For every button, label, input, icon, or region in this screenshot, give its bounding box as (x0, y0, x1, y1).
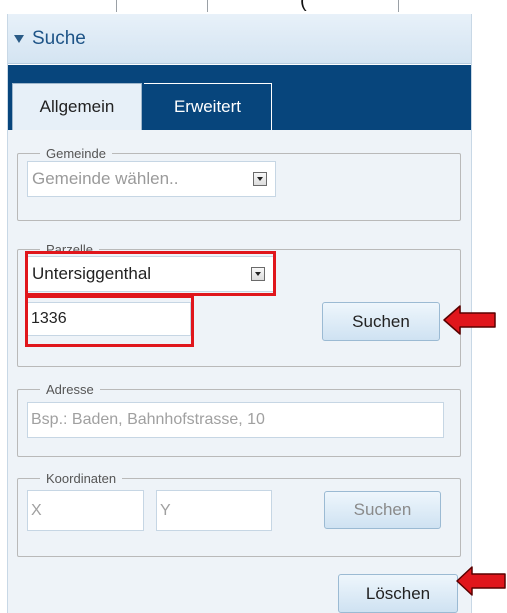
y-coordinate-input[interactable]: Y (156, 490, 272, 531)
background-divider (207, 0, 208, 12)
dropdown-arrow-icon[interactable] (253, 172, 267, 186)
tab-allgemein[interactable]: Allgemein (12, 83, 142, 130)
parzelle-number-input[interactable]: 1336 (27, 302, 191, 336)
gemeinde-legend: Gemeinde (46, 146, 106, 161)
background-divider (116, 0, 117, 12)
search-panel: Suche Allgemein Erweitert Gemeinde Gemei… (7, 14, 472, 613)
background-divider (398, 0, 399, 12)
background-text-fragment: ( (300, 0, 307, 12)
tab-bar: Allgemein Erweitert (8, 65, 471, 130)
address-search-input[interactable]: Bsp.: Baden, Bahnhofstrasse, 10 (27, 402, 444, 438)
dropdown-arrow-icon[interactable] (251, 267, 265, 281)
gemeinde-select-placeholder: Gemeinde wählen.. (32, 169, 179, 188)
coordinates-search-button[interactable]: Suchen (324, 491, 441, 529)
parzelle-legend: Parzelle (46, 242, 93, 257)
clear-button[interactable]: Löschen (338, 574, 458, 613)
x-coordinate-input[interactable]: X (27, 490, 144, 531)
parzelle-gemeinde-select[interactable]: Untersiggenthal (27, 256, 274, 292)
search-panel-header[interactable]: Suche (8, 14, 471, 64)
gemeinde-select[interactable]: Gemeinde wählen.. (27, 161, 276, 197)
parzelle-search-button[interactable]: Suchen (322, 302, 440, 341)
koordinaten-legend: Koordinaten (46, 471, 117, 486)
pointer-arrow-icon (443, 305, 496, 335)
parzelle-gemeinde-value: Untersiggenthal (32, 264, 152, 283)
tab-content: Gemeinde Gemeinde wählen.. Parzelle Unte… (8, 130, 471, 613)
adresse-legend: Adresse (46, 382, 94, 397)
background-window-strip: ( (0, 0, 507, 12)
collapse-triangle-icon[interactable] (14, 34, 24, 43)
pointer-arrow-icon (456, 566, 506, 596)
tab-erweitert[interactable]: Erweitert (144, 83, 272, 130)
panel-title: Suche (32, 27, 86, 49)
